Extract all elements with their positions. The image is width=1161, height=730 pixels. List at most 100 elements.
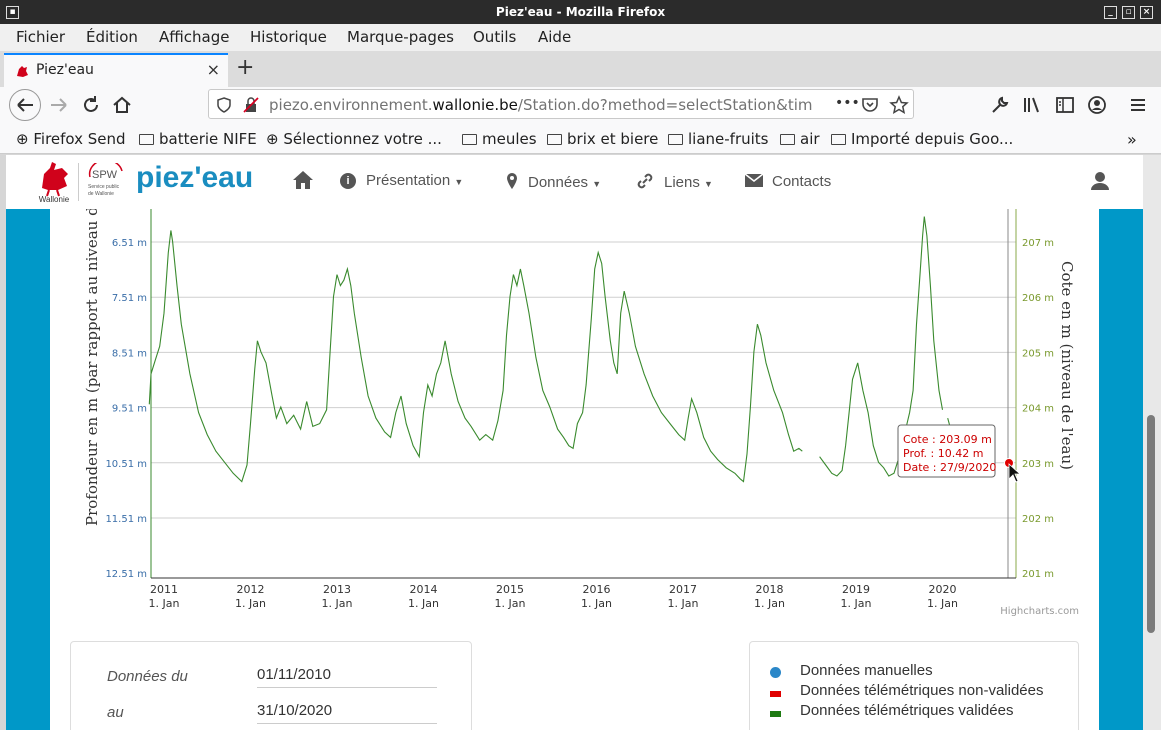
x-tick-sub: 1. Jan xyxy=(408,597,439,610)
pocket-icon[interactable] xyxy=(861,96,879,114)
spw-logo[interactable]: SPW Service public de Wallonie xyxy=(86,163,126,203)
bookmark-brix-et-biere[interactable]: brix et biere xyxy=(547,130,658,148)
bookmark-meules[interactable]: meules xyxy=(462,130,537,148)
date-to-input[interactable]: 31/10/2020 xyxy=(257,702,437,724)
mouse-cursor-icon xyxy=(1008,463,1022,483)
y-tick-left: 10.51 m xyxy=(105,459,147,470)
envelope-icon xyxy=(744,173,764,187)
tooltip-cote: Cote : 203.09 m xyxy=(903,433,992,446)
hamburger-menu-icon[interactable] xyxy=(1128,95,1148,115)
page-scrollbar[interactable] xyxy=(1143,155,1161,730)
y-tick-right: 203 m xyxy=(1022,459,1054,470)
home-nav-icon[interactable] xyxy=(292,170,314,190)
chart-left-axis: 6.51 m 7.51 m 8.51 m 9.51 m 10.51 m 11.51 m 12… xyxy=(105,238,147,580)
menu-edition[interactable]: Édition xyxy=(86,28,138,46)
bookmark-selectionnez[interactable]: ⊕ Sélectionnez votre ... xyxy=(266,130,442,148)
chart-x-axis: 20111. Jan20121. Jan20131. Jan20141. Jan… xyxy=(148,583,957,610)
x-tick-sub: 1. Jan xyxy=(667,597,698,610)
x-tick-year: 2014 xyxy=(409,583,437,596)
bookmark-firefox-send[interactable]: ⊕ Firefox Send xyxy=(16,130,126,148)
minimize-icon[interactable]: _ xyxy=(1104,6,1117,19)
shield-icon[interactable] xyxy=(217,97,231,113)
date-to-label: au xyxy=(107,704,124,721)
y-tick-right: 207 m xyxy=(1022,238,1054,249)
chart-legend: Données manuelles Données télémétriques … xyxy=(749,641,1079,730)
folder-icon xyxy=(780,134,795,145)
nav-liens[interactable]: Liens ▼ xyxy=(636,172,713,191)
date-range-form: Données du 01/11/2010 au 31/10/2020 xyxy=(70,641,472,730)
site-brand[interactable]: piez'eau xyxy=(136,161,253,195)
tab-close-icon[interactable]: × xyxy=(207,60,220,79)
caret-down-icon: ▼ xyxy=(454,177,464,187)
legend-marker-nonvalid xyxy=(770,691,781,697)
sidebar-icon[interactable] xyxy=(1055,95,1075,115)
home-icon[interactable] xyxy=(111,94,133,116)
scrollbar-thumb[interactable] xyxy=(1147,415,1155,633)
url-text[interactable]: piezo.environnement.wallonie.be/Station.… xyxy=(269,96,835,114)
chart-credits[interactable]: Highcharts.com xyxy=(1000,606,1079,617)
bookmark-importe[interactable]: Importé depuis Goo... xyxy=(831,130,1013,148)
folder-icon xyxy=(547,134,562,145)
tooltip-date: Date : 27/9/2020 xyxy=(903,461,996,474)
menu-marque-pages[interactable]: Marque-pages xyxy=(347,28,454,46)
x-tick-sub: 1. Jan xyxy=(927,597,958,610)
caret-down-icon: ▼ xyxy=(592,179,602,189)
bookmark-batterie-nife[interactable]: batterie NIFE xyxy=(139,130,257,148)
nav-donnees[interactable]: Données ▼ xyxy=(506,172,601,191)
user-icon[interactable] xyxy=(1090,171,1110,191)
menu-aide[interactable]: Aide xyxy=(538,28,571,46)
account-icon[interactable] xyxy=(1087,95,1107,115)
wallonie-logo-icon[interactable]: Wallonie xyxy=(34,158,74,204)
x-tick-sub: 1. Jan xyxy=(494,597,525,610)
legend-item-valid[interactable]: Données télémétriques validées xyxy=(800,702,1013,719)
folder-icon xyxy=(668,134,683,145)
window-title: Piez'eau - Mozilla Firefox xyxy=(495,5,666,19)
chart-right-axis: 207 m 206 m 205 m 204 m 203 m 202 m 201 m xyxy=(1022,238,1054,580)
date-from-input[interactable]: 01/11/2010 xyxy=(257,666,437,688)
y-tick-right: 205 m xyxy=(1022,348,1054,359)
y-tick-right: 206 m xyxy=(1022,293,1054,304)
menu-affichage[interactable]: Affichage xyxy=(159,28,229,46)
menu-historique[interactable]: Historique xyxy=(250,28,327,46)
menu-outils[interactable]: Outils xyxy=(473,28,516,46)
page-actions-icon[interactable]: ••• xyxy=(835,95,860,111)
date-from-label: Données du xyxy=(107,668,188,685)
nav-presentation[interactable]: i Présentation ▼ xyxy=(340,172,463,189)
rooster-favicon-icon xyxy=(17,66,28,77)
x-tick-sub: 1. Jan xyxy=(840,597,871,610)
close-window-icon[interactable]: × xyxy=(1140,6,1153,19)
insecure-lock-icon[interactable] xyxy=(243,97,259,113)
x-tick-year: 2012 xyxy=(236,583,264,596)
bookmarks-overflow-icon[interactable]: » xyxy=(1127,130,1137,149)
wrench-icon[interactable] xyxy=(990,95,1010,115)
maximize-icon[interactable]: ▫ xyxy=(1122,6,1135,19)
folder-icon xyxy=(139,134,154,145)
library-icon[interactable] xyxy=(1022,95,1042,115)
back-icon[interactable] xyxy=(8,88,42,122)
series-line xyxy=(148,230,803,483)
tab-title: Piez'eau xyxy=(36,62,94,78)
tab-piezeau[interactable]: Piez'eau × xyxy=(4,53,228,87)
new-tab-icon[interactable]: + xyxy=(236,55,254,80)
x-tick-sub: 1. Jan xyxy=(581,597,612,610)
bookmark-air[interactable]: air xyxy=(780,130,820,148)
logo-divider xyxy=(78,163,79,201)
groundwater-chart[interactable]: 6.51 m 7.51 m 8.51 m 9.51 m 10.51 m 11.51 m 12… xyxy=(50,209,1099,629)
legend-item-manual[interactable]: Données manuelles xyxy=(800,662,933,679)
web-page: Wallonie SPW Service public de Wallonie … xyxy=(6,155,1143,730)
forward-icon[interactable] xyxy=(48,94,70,116)
legend-item-nonvalid[interactable]: Données télémétriques non-validées xyxy=(800,682,1043,699)
y-tick-right: 201 m xyxy=(1022,569,1054,580)
x-tick-year: 2016 xyxy=(582,583,610,596)
info-icon: i xyxy=(340,173,356,189)
nav-contacts[interactable]: Contacts xyxy=(744,172,831,190)
legend-marker-valid xyxy=(770,711,781,717)
bookmark-star-icon[interactable] xyxy=(889,95,909,115)
reload-icon[interactable] xyxy=(80,94,102,116)
menu-fichier[interactable]: Fichier xyxy=(16,28,65,46)
url-bar[interactable]: piezo.environnement.wallonie.be/Station.… xyxy=(208,89,914,119)
bookmark-liane-fruits[interactable]: liane-fruits xyxy=(668,130,769,148)
folder-icon xyxy=(462,134,477,145)
y-tick-left: 11.51 m xyxy=(105,514,147,525)
x-tick-year: 2020 xyxy=(928,583,956,596)
